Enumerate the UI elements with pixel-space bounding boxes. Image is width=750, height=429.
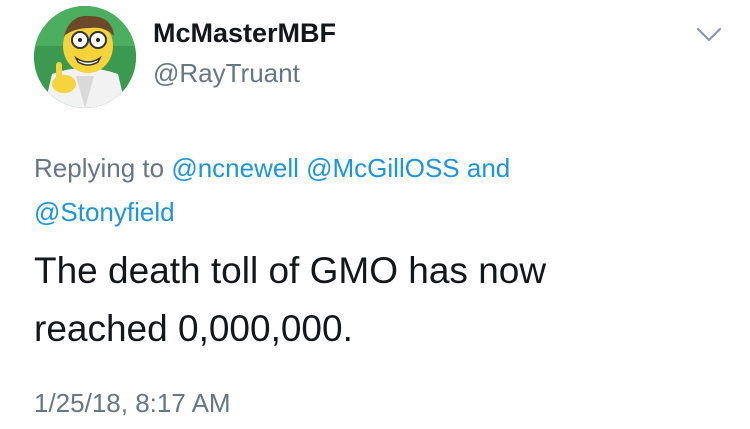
tweet-text: The death toll of GMO has now reached 0,… bbox=[34, 242, 724, 358]
mention-link[interactable]: @ncnewell bbox=[171, 153, 299, 183]
replying-to-others-link[interactable]: and bbox=[467, 153, 510, 183]
tweet-timestamp[interactable]: 1/25/18, 8:17 AM bbox=[34, 386, 231, 420]
tweet-card: McMasterMBF @RayTruant Replying to @ncne… bbox=[0, 0, 750, 429]
tweet-text-line: The death toll of GMO has now bbox=[34, 250, 547, 291]
mention-link[interactable]: @Stonyfield bbox=[34, 197, 175, 227]
replying-to: Replying to @ncnewell @McGillOSS and @St… bbox=[34, 146, 724, 234]
author-handle[interactable]: @RayTruant bbox=[153, 56, 300, 90]
more-options-button[interactable] bbox=[694, 22, 724, 46]
mention-link[interactable]: @McGillOSS bbox=[306, 153, 460, 183]
tweet-text-line: reached 0,000,000. bbox=[34, 308, 353, 349]
avatar[interactable] bbox=[34, 6, 136, 108]
chevron-down-icon bbox=[696, 27, 722, 42]
cartoon-scientist-avatar-icon bbox=[34, 6, 136, 108]
author-display-name[interactable]: McMasterMBF bbox=[153, 16, 336, 50]
replying-to-prefix: Replying to bbox=[34, 153, 165, 183]
